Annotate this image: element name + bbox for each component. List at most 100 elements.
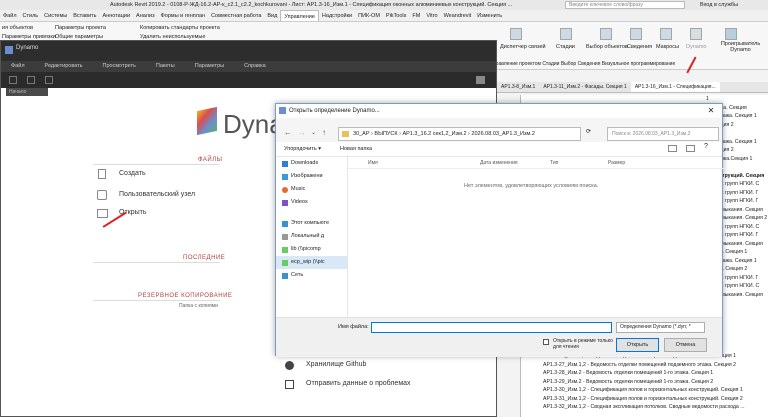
sheet-row[interactable]: АР1.3-32_Изм.1,2 - Сводная экспликация п… [543,403,768,412]
sheet-row[interactable]: АР1.3-30_Изм.1,2 - Спецификация полов и … [543,386,768,395]
new-file-icon[interactable] [9,76,17,84]
ribbon-object-styles[interactable]: ия объектов [2,25,33,31]
filename-input[interactable] [371,322,612,333]
sheet-row[interactable]: АР1.3-29_Изм.2 - Ведомость отделки помещ… [543,378,768,387]
ribbon-phases[interactable]: Стадии [556,44,575,50]
dynamo-icon[interactable] [690,28,702,40]
path-segment[interactable]: 2026.08.03_АР1.3_Изм.2 [471,131,534,137]
tab-systems[interactable]: Системы [41,10,70,21]
ribbon-dynamo-player[interactable]: Проигрыватель Dynamo [718,41,763,53]
nav-item[interactable]: Изображени [276,170,347,183]
address-bar[interactable]: 30_АР › ВЫПУСК › АР1.3_16.2 сек1,2_Изм.2… [338,127,581,141]
ribbon-dynamo[interactable]: Dynamo [686,44,706,50]
nav-item[interactable]: Downloads [276,157,347,170]
cancel-button[interactable]: Отмена [664,338,707,352]
file-type-select[interactable]: Определения Dynamo (*.dyn; * [616,322,705,333]
organize-button[interactable]: Упорядочить ▾ [284,146,321,152]
sign-in-link[interactable]: Вход в службы [700,0,738,10]
inquiry-icon[interactable] [630,28,642,40]
path-segment[interactable]: АР1.3_16.2 сек1,2_Изм.2 [402,131,466,137]
help-icon[interactable]: ? [704,143,708,150]
tab-fm[interactable]: FM [409,10,423,21]
selection-icon[interactable] [600,28,612,40]
tab-manage[interactable]: Управление [280,10,319,21]
sheet-tab[interactable]: АР1.3-8_Изм.1 [497,82,539,92]
nav-item[interactable]: ecp_wip (\\pic [276,256,347,269]
phases-icon[interactable] [560,28,572,40]
ribbon-transfer-standards[interactable]: Копировать стандарты проекта [140,25,220,31]
menu-view[interactable]: Просмотреть [93,61,146,72]
backup-folder-link[interactable]: Папка с копиями [179,303,218,309]
menu-file[interactable]: Файл [1,61,35,72]
preview-pane-icon[interactable] [686,145,695,152]
tab-insert[interactable]: Вставить [70,10,99,21]
ribbon-selection[interactable]: Выбор объектов [586,44,628,50]
tab-start[interactable]: Начало [6,88,48,96]
tab-pik-om[interactable]: ПИК-ОМ [355,10,383,21]
nav-label: ecp_wip (\\pic [291,259,325,265]
tab-analyze[interactable]: Анализ [133,10,158,21]
close-icon[interactable]: ✕ [700,104,722,118]
refresh-icon[interactable]: ⟳ [586,128,591,135]
column-header-size[interactable]: Размер [608,160,625,166]
nav-item[interactable]: lib (\\picomp [276,243,347,256]
tab-file[interactable]: Файл [0,10,20,21]
path-segment[interactable]: ВЫПУСК [374,131,397,137]
tab-style[interactable]: Стиль [20,10,42,21]
manage-links-icon[interactable] [510,28,522,40]
ribbon-project-parameters[interactable]: Параметры проекта [55,25,106,31]
sheet-tab[interactable]: АР1.3-11_Изм.2 - Фасады. Секция 1 [539,82,630,92]
report-issue-link[interactable]: Отправить данные о проблемах [306,380,411,387]
nav-item[interactable]: Этот компьюте [276,217,347,230]
menu-help[interactable]: Справка [234,61,276,72]
save-icon[interactable] [45,76,53,84]
tab-collaborate[interactable]: Совместная работа [208,10,264,21]
open-button[interactable]: Открыть [616,338,659,352]
sheet-tab-active[interactable]: АР1.3-16_Изм.1 - Спецификация... [630,82,720,92]
sheet-row[interactable]: АР1.3-28_Изм.2 - Ведомость отделки помещ… [543,369,768,378]
column-header-date[interactable]: Дата изменения [480,160,518,166]
menu-settings[interactable]: Параметры [185,61,234,72]
tab-modify[interactable]: Изменить [474,10,505,21]
sheet-row[interactable]: АР1.3-31_Изм.1,2 - Спецификация полов и … [543,395,768,404]
tab-addins[interactable]: Надстройки [319,10,355,21]
back-icon[interactable]: ← [284,128,292,137]
custom-node-link[interactable]: Пользовательский узел [119,191,195,198]
github-link[interactable]: Хранилище Github [306,361,366,368]
open-file-icon[interactable] [27,76,35,84]
up-icon[interactable]: ↑ [322,128,326,137]
macros-icon[interactable] [660,28,672,40]
column-header-name[interactable]: Имя [368,160,378,166]
dynamo-player-icon[interactable] [725,28,737,40]
forward-icon[interactable]: → [298,128,306,137]
ribbon-macros[interactable]: Макросы [656,44,679,50]
sheet-row[interactable]: АР1.3-27_Изм.1,2 - Ведомость отделки пом… [543,361,768,370]
readonly-checkbox[interactable] [543,339,549,345]
menu-edit[interactable]: Редактировать [35,61,93,72]
camera-icon[interactable] [476,76,485,84]
create-link[interactable]: Создать [119,170,146,177]
nav-item[interactable]: Music [276,183,347,196]
revit-search-input[interactable]: Введите ключевое слово/фразу [565,1,685,9]
new-folder-button[interactable]: Новая папка [340,146,372,152]
github-icon [285,361,294,370]
tab-view[interactable]: Вид [264,10,280,21]
network-icon [282,272,288,279]
column-header-type[interactable]: Тип [550,160,558,166]
nav-item[interactable]: Videos [276,196,347,209]
view-options-icon[interactable] [668,145,677,152]
tab-piktools[interactable]: PikTools [383,10,409,21]
nav-item[interactable]: Локальный д [276,230,347,243]
search-input[interactable]: Поиск в: 2026.08.03_АР1.3_Изм.2 [607,127,719,141]
tab-massing[interactable]: Формы и генплан [158,10,208,21]
menu-packages[interactable]: Пакеты [146,61,185,72]
ribbon-inquiry[interactable]: Сведения [627,44,652,50]
tab-weandrevit[interactable]: Weandrevit [441,10,475,21]
path-segment[interactable]: 30_АР [353,131,370,137]
tab-vitro[interactable]: Vitro [423,10,440,21]
nav-item[interactable]: Сеть [276,269,347,282]
file-list[interactable]: Имя Дата изменения Тип Размер Нет элемен… [348,157,724,317]
ribbon-manage-links[interactable]: Диспетчер связей [500,44,546,50]
chevron-down-icon[interactable]: ⌄ [311,129,316,136]
tab-annotate[interactable]: Аннотации [100,10,134,21]
